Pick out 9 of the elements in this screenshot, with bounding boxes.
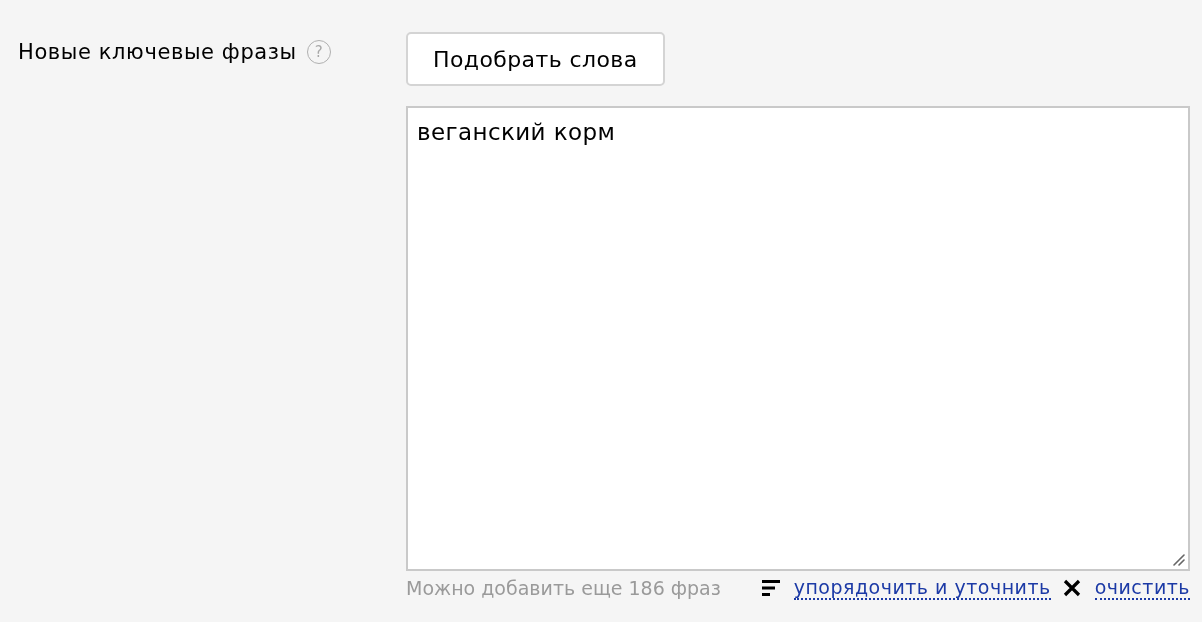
action-link[interactable]: упорядочить и уточнить — [793, 576, 1051, 600]
phrases-textarea[interactable]: веганский корм — [406, 106, 1190, 571]
phrases-limit-hint: Можно добавить еще 186 фраз — [406, 577, 721, 599]
action-link[interactable]: очистить — [1094, 576, 1190, 600]
sort-icon — [761, 579, 780, 597]
pick-words-button[interactable]: Подобрать слова — [406, 32, 665, 86]
resize-grip-icon[interactable] — [1173, 554, 1185, 566]
field-label: Новые ключевые фразы — [18, 40, 297, 64]
close-icon — [1062, 579, 1081, 597]
